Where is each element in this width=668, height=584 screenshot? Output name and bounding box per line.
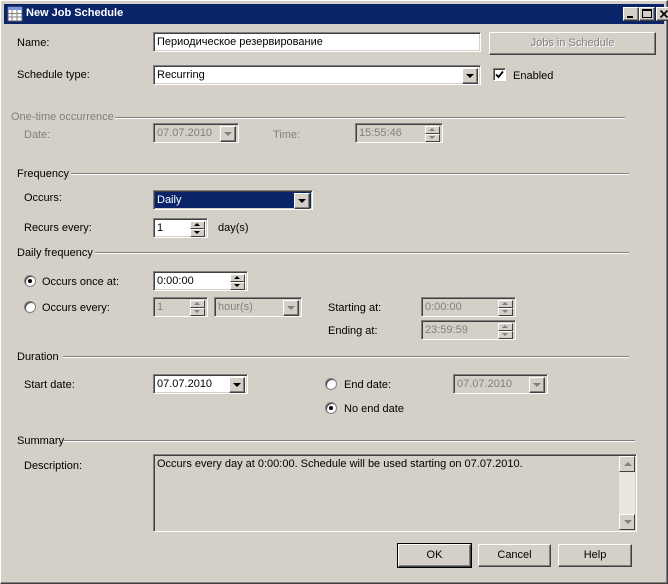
end-date-label: End date:	[344, 379, 392, 391]
scroll-up-icon[interactable]	[619, 456, 635, 472]
daily-frequency-group-title: Daily frequency	[17, 247, 93, 259]
start-date-value: 07.07.2010	[157, 378, 213, 390]
start-date-picker[interactable]: 07.07.2010	[153, 374, 248, 394]
recurs-every-label: Recurs every:	[24, 222, 92, 234]
chevron-down-icon[interactable]	[294, 193, 310, 209]
chevron-down-icon[interactable]	[529, 377, 545, 393]
starting-at-label: Starting at:	[328, 302, 382, 314]
frequency-divider	[71, 173, 629, 175]
one-time-date-picker[interactable]: 07.07.2010	[153, 123, 239, 143]
occurs-once-time-spinner[interactable]: 0:00:00	[153, 271, 248, 291]
no-end-date-label: No end date	[344, 403, 404, 415]
occurs-every-unit-select[interactable]: hour(s)	[214, 297, 302, 317]
minimize-button[interactable]	[623, 7, 639, 21]
spinner-icon[interactable]	[498, 300, 513, 316]
end-date-radio[interactable]	[325, 378, 337, 390]
spinner-icon[interactable]	[190, 300, 205, 316]
occurs-select[interactable]: Daily	[153, 190, 313, 210]
one-time-date-label: Date:	[24, 129, 51, 141]
occurs-label: Occurs:	[24, 192, 62, 204]
ok-button[interactable]: OK	[397, 543, 472, 568]
new-job-schedule-dialog: New Job Schedule Name: Jobs in Schedule …	[0, 0, 668, 584]
occurs-once-time-value: 0:00:00	[157, 275, 194, 287]
occurs-value: Daily	[157, 194, 182, 206]
help-button[interactable]: Help	[558, 544, 632, 567]
maximize-icon	[642, 9, 652, 18]
scroll-down-icon[interactable]	[619, 514, 635, 530]
spinner-icon[interactable]	[425, 126, 440, 142]
description-label: Description:	[24, 460, 83, 472]
one-time-time-spinner[interactable]: 15:55:46	[355, 123, 443, 143]
ending-at-spinner[interactable]: 23:59:59	[421, 320, 516, 340]
end-date-picker[interactable]: 07.07.2010	[453, 374, 548, 394]
window-title: New Job Schedule	[26, 7, 124, 19]
name-input[interactable]	[157, 36, 477, 48]
close-button[interactable]	[656, 7, 668, 21]
chevron-down-icon[interactable]	[229, 377, 245, 393]
grid-icon	[7, 6, 23, 22]
one-time-time-value: 15:55:46	[359, 127, 402, 139]
daily-frequency-divider	[95, 252, 629, 254]
ending-at-value: 23:59:59	[425, 324, 468, 336]
occurs-every-interval-value: 1	[157, 301, 164, 313]
no-end-date-radio[interactable]	[325, 402, 337, 414]
description-box[interactable]: Occurs every day at 0:00:00. Schedule wi…	[153, 454, 637, 532]
one-time-divider	[115, 117, 625, 119]
one-time-time-label: Time:	[273, 129, 301, 141]
title-bar[interactable]: New Job Schedule	[4, 4, 668, 24]
close-icon	[659, 9, 668, 19]
enabled-label: Enabled	[513, 70, 554, 82]
description-text: Occurs every day at 0:00:00. Schedule wi…	[157, 458, 523, 470]
chevron-down-icon[interactable]	[283, 300, 299, 316]
cancel-button[interactable]: Cancel	[478, 544, 551, 567]
minimize-icon	[627, 16, 633, 18]
spinner-icon[interactable]	[230, 274, 245, 290]
occurs-once-label: Occurs once at:	[42, 276, 120, 288]
occurs-every-label: Occurs every:	[42, 302, 110, 314]
starting-at-value: 0:00:00	[425, 301, 462, 313]
recurs-every-value: 1	[157, 222, 164, 234]
spinner-icon[interactable]	[498, 323, 513, 339]
start-date-label: Start date:	[24, 379, 75, 391]
spinner-icon[interactable]	[190, 221, 205, 237]
frequency-group-title: Frequency	[17, 168, 69, 180]
duration-group-title: Duration	[17, 351, 59, 363]
summary-divider	[63, 440, 635, 442]
schedule-type-select[interactable]: Recurring	[153, 65, 481, 85]
maximize-button[interactable]	[639, 7, 655, 21]
occurs-every-interval-spinner[interactable]: 1	[153, 297, 208, 317]
chevron-down-icon[interactable]	[220, 126, 236, 142]
end-date-value: 07.07.2010	[457, 378, 513, 390]
enabled-checkbox[interactable]	[493, 68, 506, 81]
jobs-in-schedule-button[interactable]: Jobs in Schedule	[489, 32, 656, 55]
occurs-every-radio[interactable]	[24, 301, 36, 313]
one-time-group-title: One-time occurrence	[11, 111, 114, 123]
occurs-every-unit-value: hour(s)	[218, 301, 253, 313]
schedule-type-value: Recurring	[157, 69, 205, 81]
ending-at-label: Ending at:	[328, 325, 378, 337]
recurs-every-spinner[interactable]: 1	[153, 218, 208, 238]
description-scrollbar[interactable]	[619, 456, 635, 530]
occurs-once-radio[interactable]	[24, 275, 36, 287]
recurs-unit-label: day(s)	[218, 222, 249, 234]
summary-group-title: Summary	[17, 435, 65, 447]
schedule-type-label: Schedule type:	[17, 69, 90, 81]
one-time-date-value: 07.07.2010	[157, 127, 213, 139]
name-label: Name:	[17, 37, 50, 49]
checkmark-icon	[495, 70, 504, 79]
chevron-down-icon[interactable]	[462, 68, 478, 84]
name-field[interactable]	[153, 32, 481, 52]
starting-at-spinner[interactable]: 0:00:00	[421, 297, 516, 317]
duration-divider	[63, 356, 629, 358]
